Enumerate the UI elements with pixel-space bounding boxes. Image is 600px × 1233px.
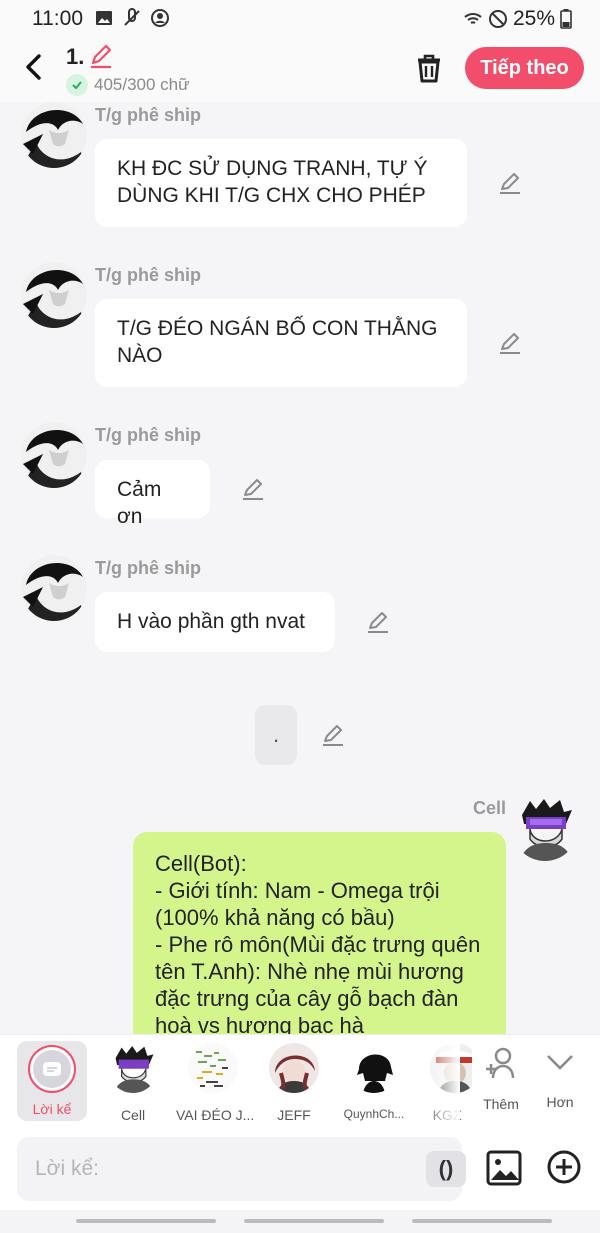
nav-handle[interactable] [76,1219,216,1223]
character-item[interactable]: QuynhCh... [338,1035,410,1129]
narrator-selector[interactable]: Lời kể [17,1041,87,1121]
nav-handle[interactable] [412,1219,552,1223]
status-notification-icons [94,8,170,28]
input-bar: Lời kể: () [0,1128,600,1210]
avatar[interactable] [21,102,87,168]
status-time: 11:00 [32,7,83,30]
sender-name: T/g phê ship [95,265,201,285]
image-icon[interactable] [486,1150,522,1186]
avatar [188,1043,238,1093]
scroll-fade [420,1035,460,1129]
status-bar: 11:00 25% [0,0,600,38]
edit-message-icon[interactable] [366,610,390,634]
character-name: JEFF [277,1107,311,1123]
character-selector: Lời kể Cell VAI ĐÉO J... JEFF QuynhCh...… [0,1034,600,1129]
editor-header: 1. 405/300 chữ Tiếp theo [0,38,600,102]
nav-handle[interactable] [244,1219,384,1223]
narrator-label: Lời kể [32,1101,72,1117]
avatar [349,1043,399,1093]
reply-bubble[interactable]: Cell(Bot): - Giới tính: Nam - Omega trội… [133,832,506,1034]
message-bubble[interactable]: Cảm ơn [95,460,210,528]
battery-level: 25% [512,7,555,30]
narration-bubble[interactable]: . [255,705,297,765]
narration-icon [43,1062,61,1076]
avatar[interactable] [21,262,87,328]
account-icon [151,9,169,27]
input-placeholder: Lời kể: [35,1157,99,1180]
avatar[interactable] [21,555,87,621]
word-count-text: 405/300 chữ [94,75,190,94]
edit-message-icon[interactable] [498,331,522,355]
add-person-icon [486,1047,515,1079]
battery-icon [560,9,572,29]
back-icon[interactable] [20,52,48,82]
chapter-title: 1. [66,44,85,69]
sender-name: Cell [473,798,507,818]
message-bubble[interactable]: T/G ĐÉO NGÁN BỐ CON THẰNG NÀO [95,299,467,387]
image-icon [96,11,112,25]
message-bubble[interactable]: KH ĐC SỬ DỤNG TRANH, TỰ Ý DÙNG KHI T/G C… [95,139,467,227]
chevron-down-icon [547,1055,573,1070]
message-input[interactable]: Lời kể: () [17,1137,466,1201]
avatar [269,1043,319,1093]
trash-icon[interactable] [414,52,444,84]
word-count: 405/300 chữ [66,74,190,96]
mute-icon [124,8,140,26]
message-bubble[interactable]: H vào phần gth nvat [95,592,335,652]
edit-title-icon[interactable] [88,43,114,69]
character-name: QuynhCh... [343,1107,405,1121]
parenthesis-button[interactable]: () [426,1151,466,1187]
status-right: 25% [463,7,572,31]
character-name: VAI ĐÉO J... [176,1107,255,1123]
avatar[interactable] [21,422,87,488]
character-item[interactable]: VAI ĐÉO J... [176,1035,255,1129]
edit-message-icon[interactable] [321,723,345,747]
more-button[interactable]: Hơn [538,1035,582,1129]
sender-name: T/g phê ship [95,425,201,445]
add-label: Thêm [483,1096,519,1112]
avatar [108,1043,158,1093]
edit-message-icon[interactable] [498,171,522,195]
sender-name: T/g phê ship [95,558,201,578]
sender-name: T/g phê ship [95,105,201,125]
character-name: Cell [120,1107,146,1123]
do-not-disturb-icon [488,10,507,28]
wifi-icon [464,13,482,24]
character-item[interactable]: JEFF [266,1035,322,1129]
more-label: Hơn [546,1094,574,1110]
next-button[interactable]: Tiếp theo [465,47,584,89]
check-icon [66,74,88,96]
system-nav-bar [0,1210,600,1233]
add-character-button[interactable]: Thêm [478,1035,524,1129]
edit-message-icon[interactable] [241,477,265,501]
chat-area: T/g phê ship KH ĐC SỬ DỤNG TRANH, TỰ Ý D… [0,102,600,1034]
add-icon[interactable] [547,1150,581,1184]
avatar[interactable] [512,795,578,861]
character-item[interactable]: Cell [105,1035,161,1129]
